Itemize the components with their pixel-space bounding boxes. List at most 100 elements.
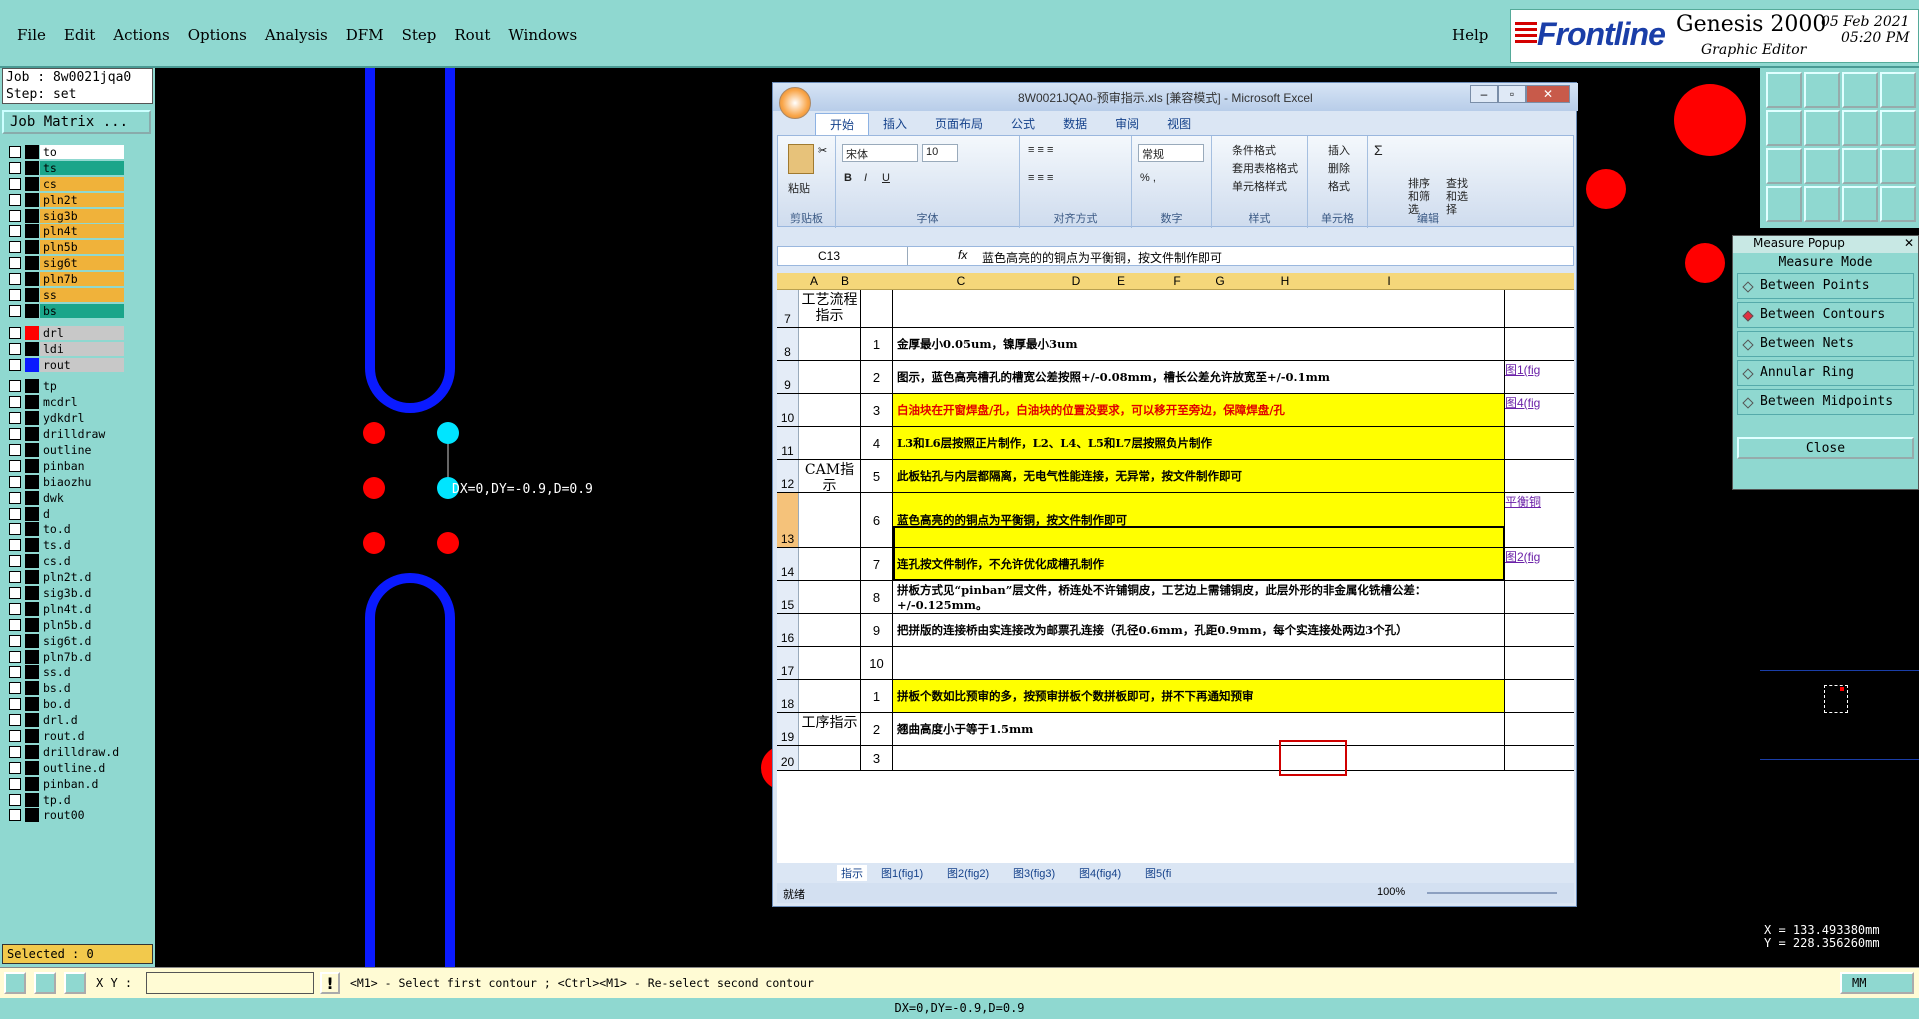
tool-icon[interactable] bbox=[1880, 186, 1916, 222]
cell-c[interactable] bbox=[893, 746, 1505, 770]
cell-b[interactable]: 4 bbox=[861, 427, 893, 459]
layer-row[interactable]: bs.d bbox=[6, 680, 125, 696]
cell-c[interactable]: 金厚最小0.05um，镍厚最小3um bbox=[893, 328, 1505, 360]
layer-checkbox[interactable] bbox=[9, 761, 21, 774]
layer-row[interactable]: pln7b bbox=[6, 271, 125, 287]
cell-b[interactable]: 7 bbox=[861, 548, 893, 580]
menu-dfm[interactable]: DFM bbox=[337, 26, 393, 44]
layer-checkbox[interactable] bbox=[9, 634, 21, 647]
cell-a[interactable] bbox=[799, 394, 861, 426]
layer-row[interactable]: pln2t.d bbox=[6, 569, 125, 585]
table-row[interactable]: 15 8 拼板方式见“pinban”层文件，桥连处不许铺铜皮，工艺边上需铺铜皮，此层… bbox=[777, 581, 1574, 614]
table-row[interactable]: 19 工序指示 2 翘曲高度小于等于1.5mm bbox=[777, 713, 1574, 746]
ribbon-tab[interactable]: 审阅 bbox=[1101, 113, 1153, 135]
name-box[interactable]: C13 bbox=[778, 247, 908, 265]
column-header[interactable]: A bbox=[799, 274, 829, 288]
tool-icon[interactable] bbox=[1842, 72, 1878, 108]
layer-row[interactable]: tp.d bbox=[6, 792, 125, 808]
cell-i-link[interactable] bbox=[1505, 292, 1565, 329]
layer-checkbox[interactable] bbox=[9, 257, 21, 270]
sheet-tab[interactable]: 图2(fig2) bbox=[943, 865, 993, 881]
layer-checkbox[interactable] bbox=[9, 475, 21, 488]
units-select[interactable]: MM bbox=[1840, 972, 1914, 994]
cell-a[interactable] bbox=[799, 680, 861, 712]
font-name-select[interactable]: 宋体 bbox=[842, 144, 918, 162]
layer-row[interactable]: sig3b bbox=[6, 208, 125, 224]
layer-checkbox[interactable] bbox=[9, 491, 21, 504]
grid-icon[interactable] bbox=[64, 972, 86, 994]
measure-close-button[interactable]: Close bbox=[1737, 437, 1914, 459]
tool-icon[interactable] bbox=[1804, 72, 1840, 108]
row-header[interactable]: 8 bbox=[777, 328, 799, 360]
table-row[interactable]: 16 9 把拼版的连接桥由实连接改为邮票孔连接（孔径0.6mm，孔距0.9mm，每个… bbox=[777, 614, 1574, 647]
cell-i-link[interactable]: 图4(fig bbox=[1505, 396, 1565, 428]
cell-b[interactable] bbox=[861, 290, 893, 327]
layer-row[interactable]: rout.d bbox=[6, 728, 125, 744]
layer-checkbox[interactable] bbox=[9, 555, 21, 568]
cell-a[interactable] bbox=[799, 647, 861, 679]
cell-c[interactable] bbox=[893, 647, 1505, 679]
layer-checkbox[interactable] bbox=[9, 273, 21, 286]
measure-option[interactable]: Between Points bbox=[1737, 273, 1914, 299]
cell-i-link[interactable] bbox=[1505, 429, 1565, 461]
table-row[interactable]: 17 10 bbox=[777, 647, 1574, 680]
percent-icon[interactable]: % , bbox=[1140, 172, 1156, 184]
cell-c[interactable]: 拼板个数如比预审的多，按预审拼板个数拼板即可，拼不下再通知预审 bbox=[893, 680, 1505, 712]
layer-checkbox[interactable] bbox=[9, 342, 21, 355]
cell-i-link[interactable] bbox=[1505, 649, 1565, 681]
sheet-tab[interactable]: 图5(fi bbox=[1141, 865, 1175, 881]
row-header[interactable]: 11 bbox=[777, 427, 799, 459]
align-icons-2[interactable]: ≡ ≡ ≡ bbox=[1028, 172, 1053, 184]
layer-checkbox[interactable] bbox=[9, 443, 21, 456]
cell-b[interactable]: 1 bbox=[861, 328, 893, 360]
tool-icon[interactable] bbox=[1842, 186, 1878, 222]
layer-checkbox[interactable] bbox=[9, 161, 21, 174]
layer-checkbox[interactable] bbox=[9, 809, 21, 822]
cell-i-link[interactable] bbox=[1505, 715, 1565, 747]
layer-row[interactable]: ydkdrl bbox=[6, 410, 125, 426]
fx-icon[interactable]: fx bbox=[958, 248, 967, 262]
layer-row[interactable]: mcdrl bbox=[6, 394, 125, 410]
layer-row[interactable]: pln4t.d bbox=[6, 601, 125, 617]
cell-a[interactable]: 工艺流程指示 bbox=[799, 290, 861, 327]
tool-icon[interactable] bbox=[1880, 148, 1916, 184]
layer-row[interactable]: rout bbox=[6, 357, 125, 373]
cell-a[interactable]: CAM指示 bbox=[799, 460, 861, 494]
menu-step[interactable]: Step bbox=[393, 26, 446, 44]
table-row[interactable]: 10 3 白油块在开窗焊盘/孔，白油块的位置没要求，可以移开至旁边，保障焊盘/孔 图4… bbox=[777, 394, 1574, 427]
layer-checkbox[interactable] bbox=[9, 428, 21, 441]
close-button[interactable]: ✕ bbox=[1526, 85, 1570, 103]
formula-input[interactable]: 蓝色高亮的的铜点为平衡铜，按文件制作即可 bbox=[982, 249, 1222, 266]
row-header[interactable]: 15 bbox=[777, 581, 799, 613]
layer-checkbox[interactable] bbox=[9, 618, 21, 631]
cell-a[interactable] bbox=[799, 581, 861, 613]
cell-a[interactable] bbox=[799, 493, 861, 547]
xy-input[interactable] bbox=[146, 972, 314, 994]
layer-checkbox[interactable] bbox=[9, 193, 21, 206]
cell-c[interactable]: 此板钻孔与内层都隔离，无电气性能连接，无异常，按文件制作即可 bbox=[893, 460, 1505, 492]
cell-a[interactable] bbox=[799, 361, 861, 393]
paste-label[interactable]: 粘贴 bbox=[788, 180, 810, 196]
tool-icon[interactable] bbox=[1804, 110, 1840, 146]
layer-checkbox[interactable] bbox=[9, 602, 21, 615]
table-row[interactable]: 9 2 图示，蓝色高亮槽孔的槽宽公差按照+/-0.08mm，槽长公差允许放宽至+/-… bbox=[777, 361, 1574, 394]
excel-window[interactable]: 8W0021JQA0-预审指示.xls [兼容模式] - Microsoft E… bbox=[772, 82, 1578, 907]
layer-checkbox[interactable] bbox=[9, 225, 21, 238]
layer-checkbox[interactable] bbox=[9, 145, 21, 158]
layer-checkbox[interactable] bbox=[9, 288, 21, 301]
layer-row[interactable]: drilldraw.d bbox=[6, 744, 125, 760]
layer-row[interactable]: sig6t.d bbox=[6, 633, 125, 649]
layer-checkbox[interactable] bbox=[9, 380, 21, 393]
cell-i-link[interactable]: 图1(fig bbox=[1505, 363, 1565, 395]
tool-icon[interactable] bbox=[1766, 110, 1802, 146]
table-row[interactable]: 20 3 bbox=[777, 746, 1574, 771]
tool-icon[interactable] bbox=[1842, 148, 1878, 184]
table-format-button[interactable]: 套用表格格式 bbox=[1232, 160, 1298, 176]
layer-row[interactable]: bs bbox=[6, 303, 125, 319]
layer-row[interactable]: to.d bbox=[6, 521, 125, 537]
layer-row[interactable]: pinban bbox=[6, 458, 125, 474]
paste-icon[interactable] bbox=[788, 144, 814, 174]
layer-row[interactable]: pinban.d bbox=[6, 776, 125, 792]
bold-button[interactable]: B bbox=[844, 172, 852, 184]
tool-icon[interactable] bbox=[1880, 110, 1916, 146]
